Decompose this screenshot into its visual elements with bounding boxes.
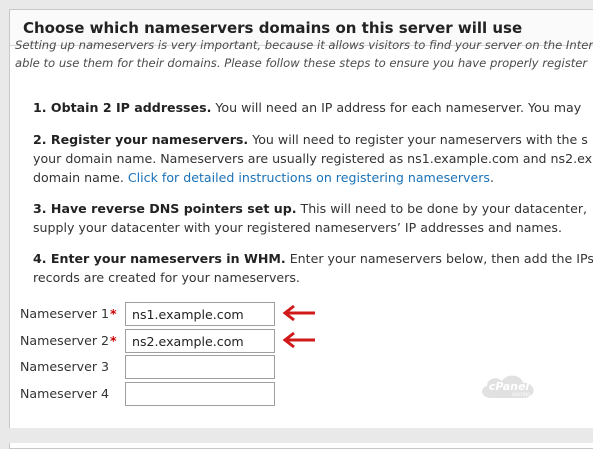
nameserver-1-input[interactable] [125, 302, 275, 326]
red-arrow-icon [282, 304, 315, 322]
nameserver-3-input[interactable] [125, 355, 275, 379]
step-2-text: You will need to register your nameserve… [248, 132, 588, 147]
intro-line-1: Setting up nameservers is very important… [15, 38, 593, 52]
step-2-title: 2. Register your nameservers. [33, 132, 249, 147]
step-2: 2. Register your nameservers. You will n… [33, 130, 593, 187]
nameserver-4-row: Nameserver 4 [20, 382, 520, 406]
intro-line-2: able to use them for their domains. Plea… [15, 56, 588, 70]
step-3: 3. Have reverse DNS pointers set up. Thi… [33, 199, 593, 237]
nameserver-2-input[interactable] [125, 329, 275, 353]
nameserver-2-row: Nameserver 2 * [20, 329, 520, 353]
red-arrow-icon [282, 331, 315, 349]
step-3-title: 3. Have reverse DNS pointers set up. [33, 201, 297, 216]
required-marker: * [110, 306, 117, 321]
step-4: 4. Enter your nameservers in WHM. Enter … [33, 249, 593, 287]
nameserver-1-row: Nameserver 1 * [20, 302, 520, 326]
nameserver-2-label: Nameserver 2 [20, 333, 110, 348]
step-4-line-2: records are created for your nameservers… [33, 270, 300, 285]
required-marker: * [110, 333, 117, 348]
step-3-text: This will need to be done by your datace… [296, 201, 588, 216]
intro-text: Setting up nameservers is very important… [15, 36, 593, 72]
nameserver-3-row: Nameserver 3 [20, 355, 520, 379]
cpanel-logo-icon: cPanel HOSTING [482, 375, 534, 398]
step-1-text: You will need an IP address for each nam… [211, 100, 582, 115]
step-2-period: . [490, 170, 495, 185]
bottom-bar [0, 428, 593, 443]
step-4-text: Enter your nameservers below, then add t… [285, 251, 593, 266]
nameserver-4-label: Nameserver 4 [20, 386, 110, 401]
nameserver-3-label: Nameserver 3 [20, 359, 110, 374]
step-2-line-2: your domain name. Nameservers are usuall… [33, 151, 593, 166]
nameserver-4-input[interactable] [125, 382, 275, 406]
logo-subtext: HOSTING [512, 392, 530, 397]
panel-title: Choose which nameservers domains on this… [23, 19, 523, 37]
nameserver-1-label: Nameserver 1 [20, 306, 110, 321]
step-3-line-2: supply your datacenter with your registe… [33, 220, 562, 235]
step-1-title: 1. Obtain 2 IP addresses. [33, 100, 212, 115]
step-4-title: 4. Enter your nameservers in WHM. [33, 251, 286, 266]
step-1: 1. Obtain 2 IP addresses. You will need … [33, 98, 593, 117]
registering-instructions-link[interactable]: Click for detailed instructions on regis… [128, 170, 490, 185]
step-2-line-3: domain name. [33, 170, 128, 185]
